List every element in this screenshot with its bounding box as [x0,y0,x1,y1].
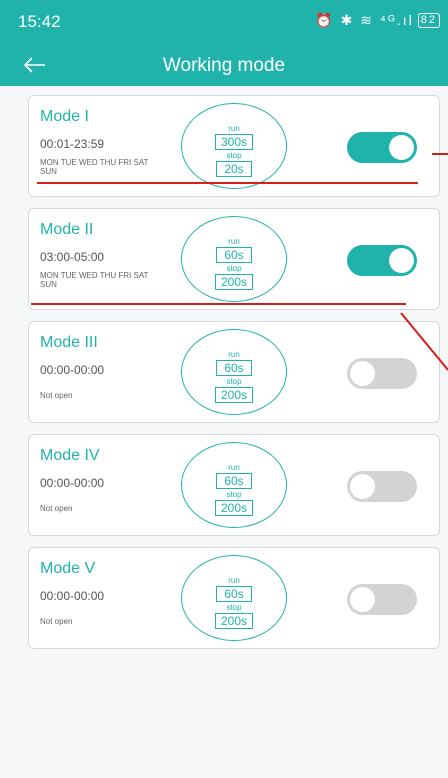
stop-label: stop [226,377,242,386]
mode-toggle[interactable] [347,245,417,276]
battery-icon: 82 [417,13,440,28]
run-duration: 60s [216,247,252,263]
mode-card-5[interactable]: Mode V 00:00-00:00 Not open run 60s stop… [28,547,440,649]
mode-time-range: 03:00-05:00 [40,250,105,264]
status-time: 15:42 [18,12,61,31]
toggle-knob [389,135,414,160]
run-duration: 60s [216,360,252,376]
run-label: run [228,237,240,246]
stop-duration: 200s [214,387,254,403]
run-label: run [228,124,240,133]
mode-toggle[interactable] [347,471,417,502]
mode-card-2[interactable]: Mode II 03:00-05:00 MON TUE WED THU FRI … [28,208,440,310]
mode-name: Mode II [40,221,94,238]
mode-name: Mode III [40,334,98,351]
mode-days: Not open [40,617,73,626]
mode-time-range: 00:00-00:00 [40,589,105,603]
mode-days: MON TUE WED THU FRI SAT SUN [40,271,149,289]
stop-label: stop [226,490,242,499]
mode-card-1[interactable]: Mode I 00:01-23:59 MON TUE WED THU FRI S… [28,95,440,197]
mode-days: MON TUE WED THU FRI SAT SUN [40,158,149,176]
stop-label: stop [226,603,242,612]
mode-card-3[interactable]: Mode III 00:00-00:00 Not open run 60s st… [28,321,440,423]
stop-duration: 200s [214,613,254,629]
nav-bar: Working mode [0,46,448,86]
stop-duration: 20s [216,161,252,177]
run-stop-cycle[interactable]: run 60s stop 200s [181,216,287,302]
mode-time-range: 00:00-00:00 [40,476,105,490]
run-label: run [228,350,240,359]
mode-days: Not open [40,504,73,513]
mode-card-4[interactable]: Mode IV 00:00-00:00 Not open run 60s sto… [28,434,440,536]
mode-time-range: 00:01-23:59 [40,137,105,151]
mode-toggle[interactable] [347,132,417,163]
mode-name: Mode V [40,560,96,577]
run-stop-cycle[interactable]: run 300s stop 20s [181,103,287,189]
mode-time-range: 00:00-00:00 [40,363,105,377]
toggle-knob [389,248,414,273]
status-bar: 15:42 ⏰ ✱ ≋ ⁴ᴳ.ıl 82 [0,0,448,46]
stop-label: stop [226,264,242,273]
mode-days: Not open [40,391,73,400]
mode-toggle[interactable] [347,358,417,389]
mode-name: Mode I [40,108,89,125]
toggle-knob [350,474,375,499]
toggle-knob [350,361,375,386]
toggle-knob [350,587,375,612]
run-stop-cycle[interactable]: run 60s stop 200s [181,555,287,641]
status-icons: ⏰ ✱ ≋ ⁴ᴳ.ıl 82 [315,12,440,29]
mode-toggle[interactable] [347,584,417,615]
stop-duration: 200s [214,274,254,290]
run-label: run [228,463,240,472]
run-stop-cycle[interactable]: run 60s stop 200s [181,329,287,415]
run-label: run [228,576,240,585]
stop-duration: 200s [214,500,254,516]
status-indicator-icons: ⏰ ✱ ≋ ⁴ᴳ.ıl [315,12,414,28]
mode-name: Mode IV [40,447,100,464]
run-duration: 60s [216,586,252,602]
run-duration: 60s [216,473,252,489]
run-duration: 300s [214,134,254,150]
stop-label: stop [226,151,242,160]
page-title: Working mode [162,55,286,76]
run-stop-cycle[interactable]: run 60s stop 200s [181,442,287,528]
